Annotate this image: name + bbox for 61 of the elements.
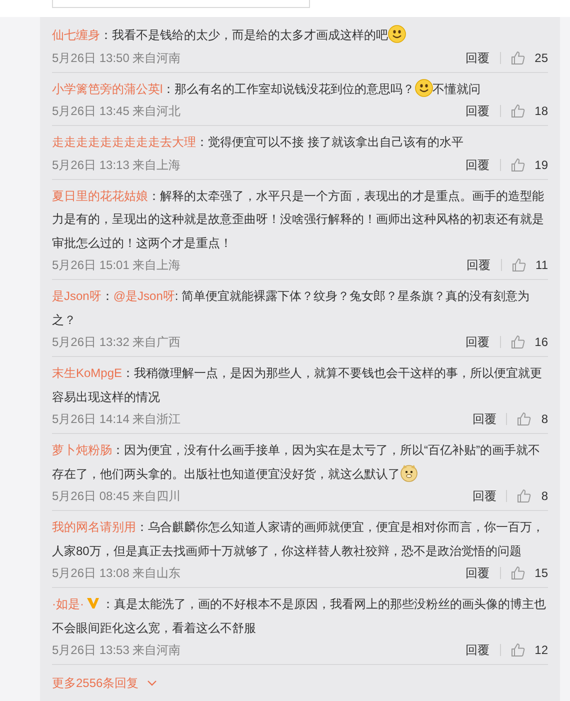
comment-text: 是Json呀：@是Json呀: 简单便宜就能裸露下体？纹身？兔女郎？星条旗？真的没有刻意为之？ <box>52 288 531 328</box>
comment-text: 末生KoMpgE：我稍微理解一点，是因为那些人，就算不要钱也会干这样的事，所以便宜就更容易出现这样的情况 <box>52 365 544 406</box>
thumbs-up-icon[interactable] <box>510 335 525 349</box>
user-link[interactable]: 末生KoMpgE <box>52 366 122 380</box>
like-count: 11 <box>536 257 548 274</box>
like-count: 25 <box>534 50 548 66</box>
user-link[interactable]: 是Json呀 <box>52 289 102 303</box>
thumbs-up-icon[interactable] <box>510 158 525 172</box>
comment-meta: 5月26日 13:53 来自河南 <box>52 642 182 659</box>
comment-text: 小学篱笆旁的蒲公英l：那么有名的工作室却说钱没花到位的意思吗？ 不懂就问 <box>52 78 548 101</box>
smiley-emoji-icon <box>414 78 433 96</box>
comment-text: ·如是· ：真是太能洗了，画的不好根本不是原因，我看网上的那些没粉丝的画头像的博主也不会眼间距化这么宽，看着这么不舒服 <box>52 595 547 636</box>
like-count: 8 <box>541 488 548 505</box>
comment-meta: 5月26日 13:08 来自山东 <box>52 565 182 582</box>
comment-meta: 5月26日 14:14 来自浙江 <box>52 411 182 428</box>
like-count: 12 <box>534 642 548 659</box>
thumbs-up-icon[interactable] <box>510 50 525 64</box>
comment-text: 我的网名请别用：乌合麒麟你怎么知道人家请的画师就便宜，便宜是相对你而言，你一百万，人家80万，但是真正去找画师十万就够了，你这样替人教社狡辩，恐不是政治觉悟的问题 <box>52 519 545 560</box>
thumbs-up-icon[interactable] <box>510 566 525 580</box>
reply-link[interactable]: 回覆 <box>466 48 490 66</box>
user-link[interactable]: 我的网名请别用 <box>52 520 136 534</box>
comment-meta: 5月26日 08:45 来自四川 <box>52 488 182 505</box>
more-replies-link[interactable]: 更多2556条回复 <box>52 674 157 692</box>
chevron-down-icon <box>146 680 157 686</box>
like-count: 15 <box>534 565 548 582</box>
thumbs-up-icon[interactable] <box>512 258 526 272</box>
like-count: 8 <box>541 411 548 428</box>
mention-link[interactable]: @是Json呀 <box>113 289 175 303</box>
comment-meta: 5月26日 13:32 来自广西 <box>52 334 182 351</box>
reply-link[interactable]: 回覆 <box>466 156 490 174</box>
user-link[interactable]: 走走走走走走走走走去大理 <box>52 135 196 149</box>
input-field[interactable] <box>52 0 310 8</box>
reply-link[interactable]: 回覆 <box>466 102 490 120</box>
reply-link[interactable]: 回覆 <box>466 641 490 659</box>
comment-meta: 5月26日 15:01 来自上海 <box>52 257 182 274</box>
thumbs-up-icon[interactable] <box>517 489 532 503</box>
reply-link[interactable]: 回覆 <box>472 410 496 428</box>
comment-meta: 5月26日 13:50 来自河南 <box>52 50 182 66</box>
reply-link[interactable]: 回覆 <box>472 487 496 505</box>
user-link[interactable]: 仙七缠身 <box>52 28 100 42</box>
comment-meta: 5月26日 13:45 来自河北 <box>52 103 182 120</box>
comment-text: 夏日里的花花姑娘：解释的太牵强了，水平只是一个方面，表现出的才是重点。画手的造型能力是有的，呈现出的这种就是故意歪曲呀！没啥强行解释的！画师出这种风格的初衷还有就是审批怎么过的！这两个才是重点！ <box>52 188 545 252</box>
comment-meta: 5月26日 13:13 来自上海 <box>52 156 182 174</box>
like-count: 19 <box>534 156 548 174</box>
like-count: 16 <box>534 334 548 351</box>
thumbs-up-icon[interactable] <box>517 412 532 426</box>
reply-link[interactable]: 回覆 <box>466 333 490 351</box>
comment-text: 萝卜炖粉肠：因为便宜，没有什么画手接单，因为实在是太亏了，所以“百亿补贴”的画手就不存在了，他们两头拿的。出版社也知道便宜没好货，就这么默认了 <box>52 442 541 484</box>
thumbs-up-icon[interactable] <box>510 643 525 657</box>
dog-emoji-icon <box>400 464 418 482</box>
user-link[interactable]: 萝卜炖粉肠 <box>52 443 112 457</box>
comment-text: 走走走走走走走走走去大理：觉得便宜可以不接 接了就该拿出自己该有的水平 <box>52 134 464 151</box>
user-link[interactable]: ·如是· <box>52 597 84 611</box>
smiley-emoji-icon <box>388 25 406 43</box>
user-link[interactable]: 小学篱笆旁的蒲公英l <box>52 82 163 96</box>
reply-link[interactable]: 回覆 <box>466 256 491 274</box>
thumbs-up-icon[interactable] <box>510 104 525 118</box>
user-link[interactable]: 夏日里的花花姑娘 <box>52 188 148 202</box>
comment-text: 仙七缠身：我看不是钱给的太少，而是给的太多才画成这样的吧 <box>52 24 548 48</box>
reply-link[interactable]: 回覆 <box>466 564 490 582</box>
like-count: 18 <box>534 103 548 120</box>
